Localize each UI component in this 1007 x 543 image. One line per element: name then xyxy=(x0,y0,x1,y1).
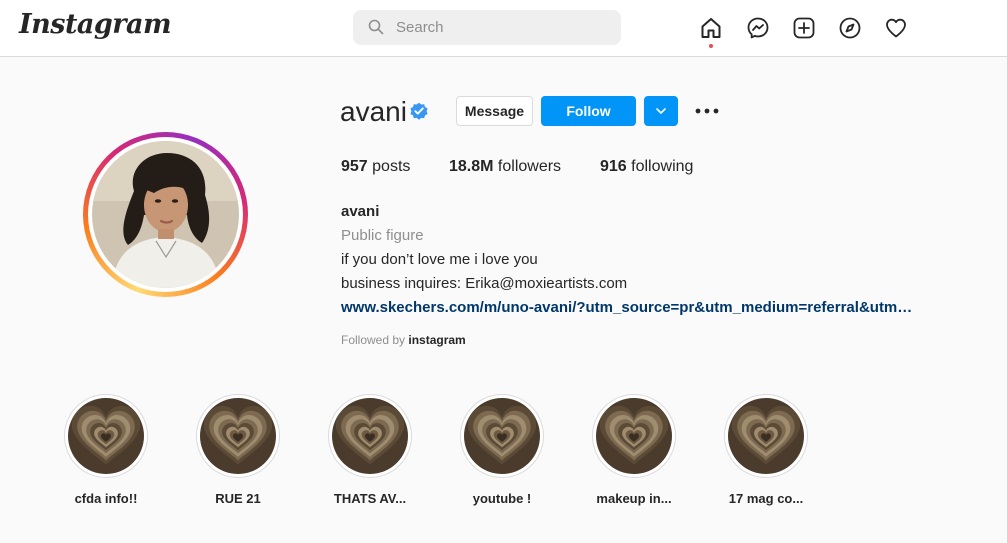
story-highlight-label[interactable]: makeup in... xyxy=(579,491,689,506)
story-highlight-label[interactable]: 17 mag co... xyxy=(711,491,821,506)
profile-full-name: avani xyxy=(341,203,380,220)
story-highlight-label[interactable]: THATS AV... xyxy=(315,491,425,506)
story-highlight[interactable] xyxy=(724,394,808,478)
following-count-label: following xyxy=(631,158,694,175)
bio-line: if you don’t love me i love you xyxy=(341,251,538,268)
story-highlight[interactable] xyxy=(460,394,544,478)
heart-cover-image xyxy=(596,398,672,474)
posts-count-label: posts xyxy=(372,158,411,175)
heart-cover-image xyxy=(200,398,276,474)
posts-count: 957 posts xyxy=(341,158,410,176)
more-options-icon[interactable] xyxy=(694,100,720,122)
story-highlight-label[interactable]: RUE 21 xyxy=(183,491,293,506)
search-icon xyxy=(368,19,384,35)
profile-website-link[interactable]: www.skechers.com/m/uno-avani/?utm_source… xyxy=(341,299,912,316)
home-icon[interactable] xyxy=(699,16,723,40)
chevron-down-icon xyxy=(656,108,666,114)
following-count-value: 916 xyxy=(600,158,627,175)
posts-count-value: 957 xyxy=(341,158,368,175)
followers-count-label: followers xyxy=(497,158,562,175)
story-highlight[interactable] xyxy=(64,394,148,478)
followed-by-user-link[interactable]: instagram xyxy=(408,333,465,347)
story-highlight[interactable] xyxy=(328,394,412,478)
verified-badge-icon xyxy=(410,102,428,120)
heart-cover-image xyxy=(332,398,408,474)
heart-cover-image xyxy=(728,398,804,474)
notification-dot xyxy=(709,44,713,48)
story-highlight-label[interactable]: cfda info!! xyxy=(51,491,161,506)
following-count[interactable]: 916 following xyxy=(600,158,693,176)
profile-avatar xyxy=(88,137,243,292)
new-post-icon[interactable] xyxy=(792,16,816,40)
heart-cover-image xyxy=(68,398,144,474)
messenger-icon[interactable] xyxy=(746,16,770,40)
profile-category: Public figure xyxy=(341,227,424,244)
profile-photo xyxy=(92,141,239,288)
followed-by: Followed by instagram xyxy=(341,333,466,347)
search-box[interactable] xyxy=(353,10,621,45)
follow-button[interactable]: Follow xyxy=(541,96,636,126)
story-highlight[interactable] xyxy=(196,394,280,478)
followers-count-value: 18.8M xyxy=(449,158,494,175)
followers-count[interactable]: 18.8M followers xyxy=(449,158,561,176)
heart-cover-image xyxy=(464,398,540,474)
instagram-logo[interactable]: Instagram xyxy=(19,9,172,40)
profile-avatar-story-ring[interactable] xyxy=(83,132,248,297)
suggested-accounts-dropdown-button[interactable] xyxy=(644,96,678,126)
top-navigation-bar: Instagram xyxy=(0,0,1007,57)
story-highlight-label[interactable]: youtube ! xyxy=(447,491,557,506)
bio-business-email: business inquires: Erika@moxieartists.co… xyxy=(341,275,628,292)
search-input[interactable] xyxy=(396,10,606,45)
message-button[interactable]: Message xyxy=(456,96,533,126)
activity-heart-icon[interactable] xyxy=(884,16,908,40)
followed-by-prefix: Followed by xyxy=(341,333,406,347)
profile-username: avani xyxy=(340,96,407,127)
story-highlight[interactable] xyxy=(592,394,676,478)
explore-icon[interactable] xyxy=(838,16,862,40)
